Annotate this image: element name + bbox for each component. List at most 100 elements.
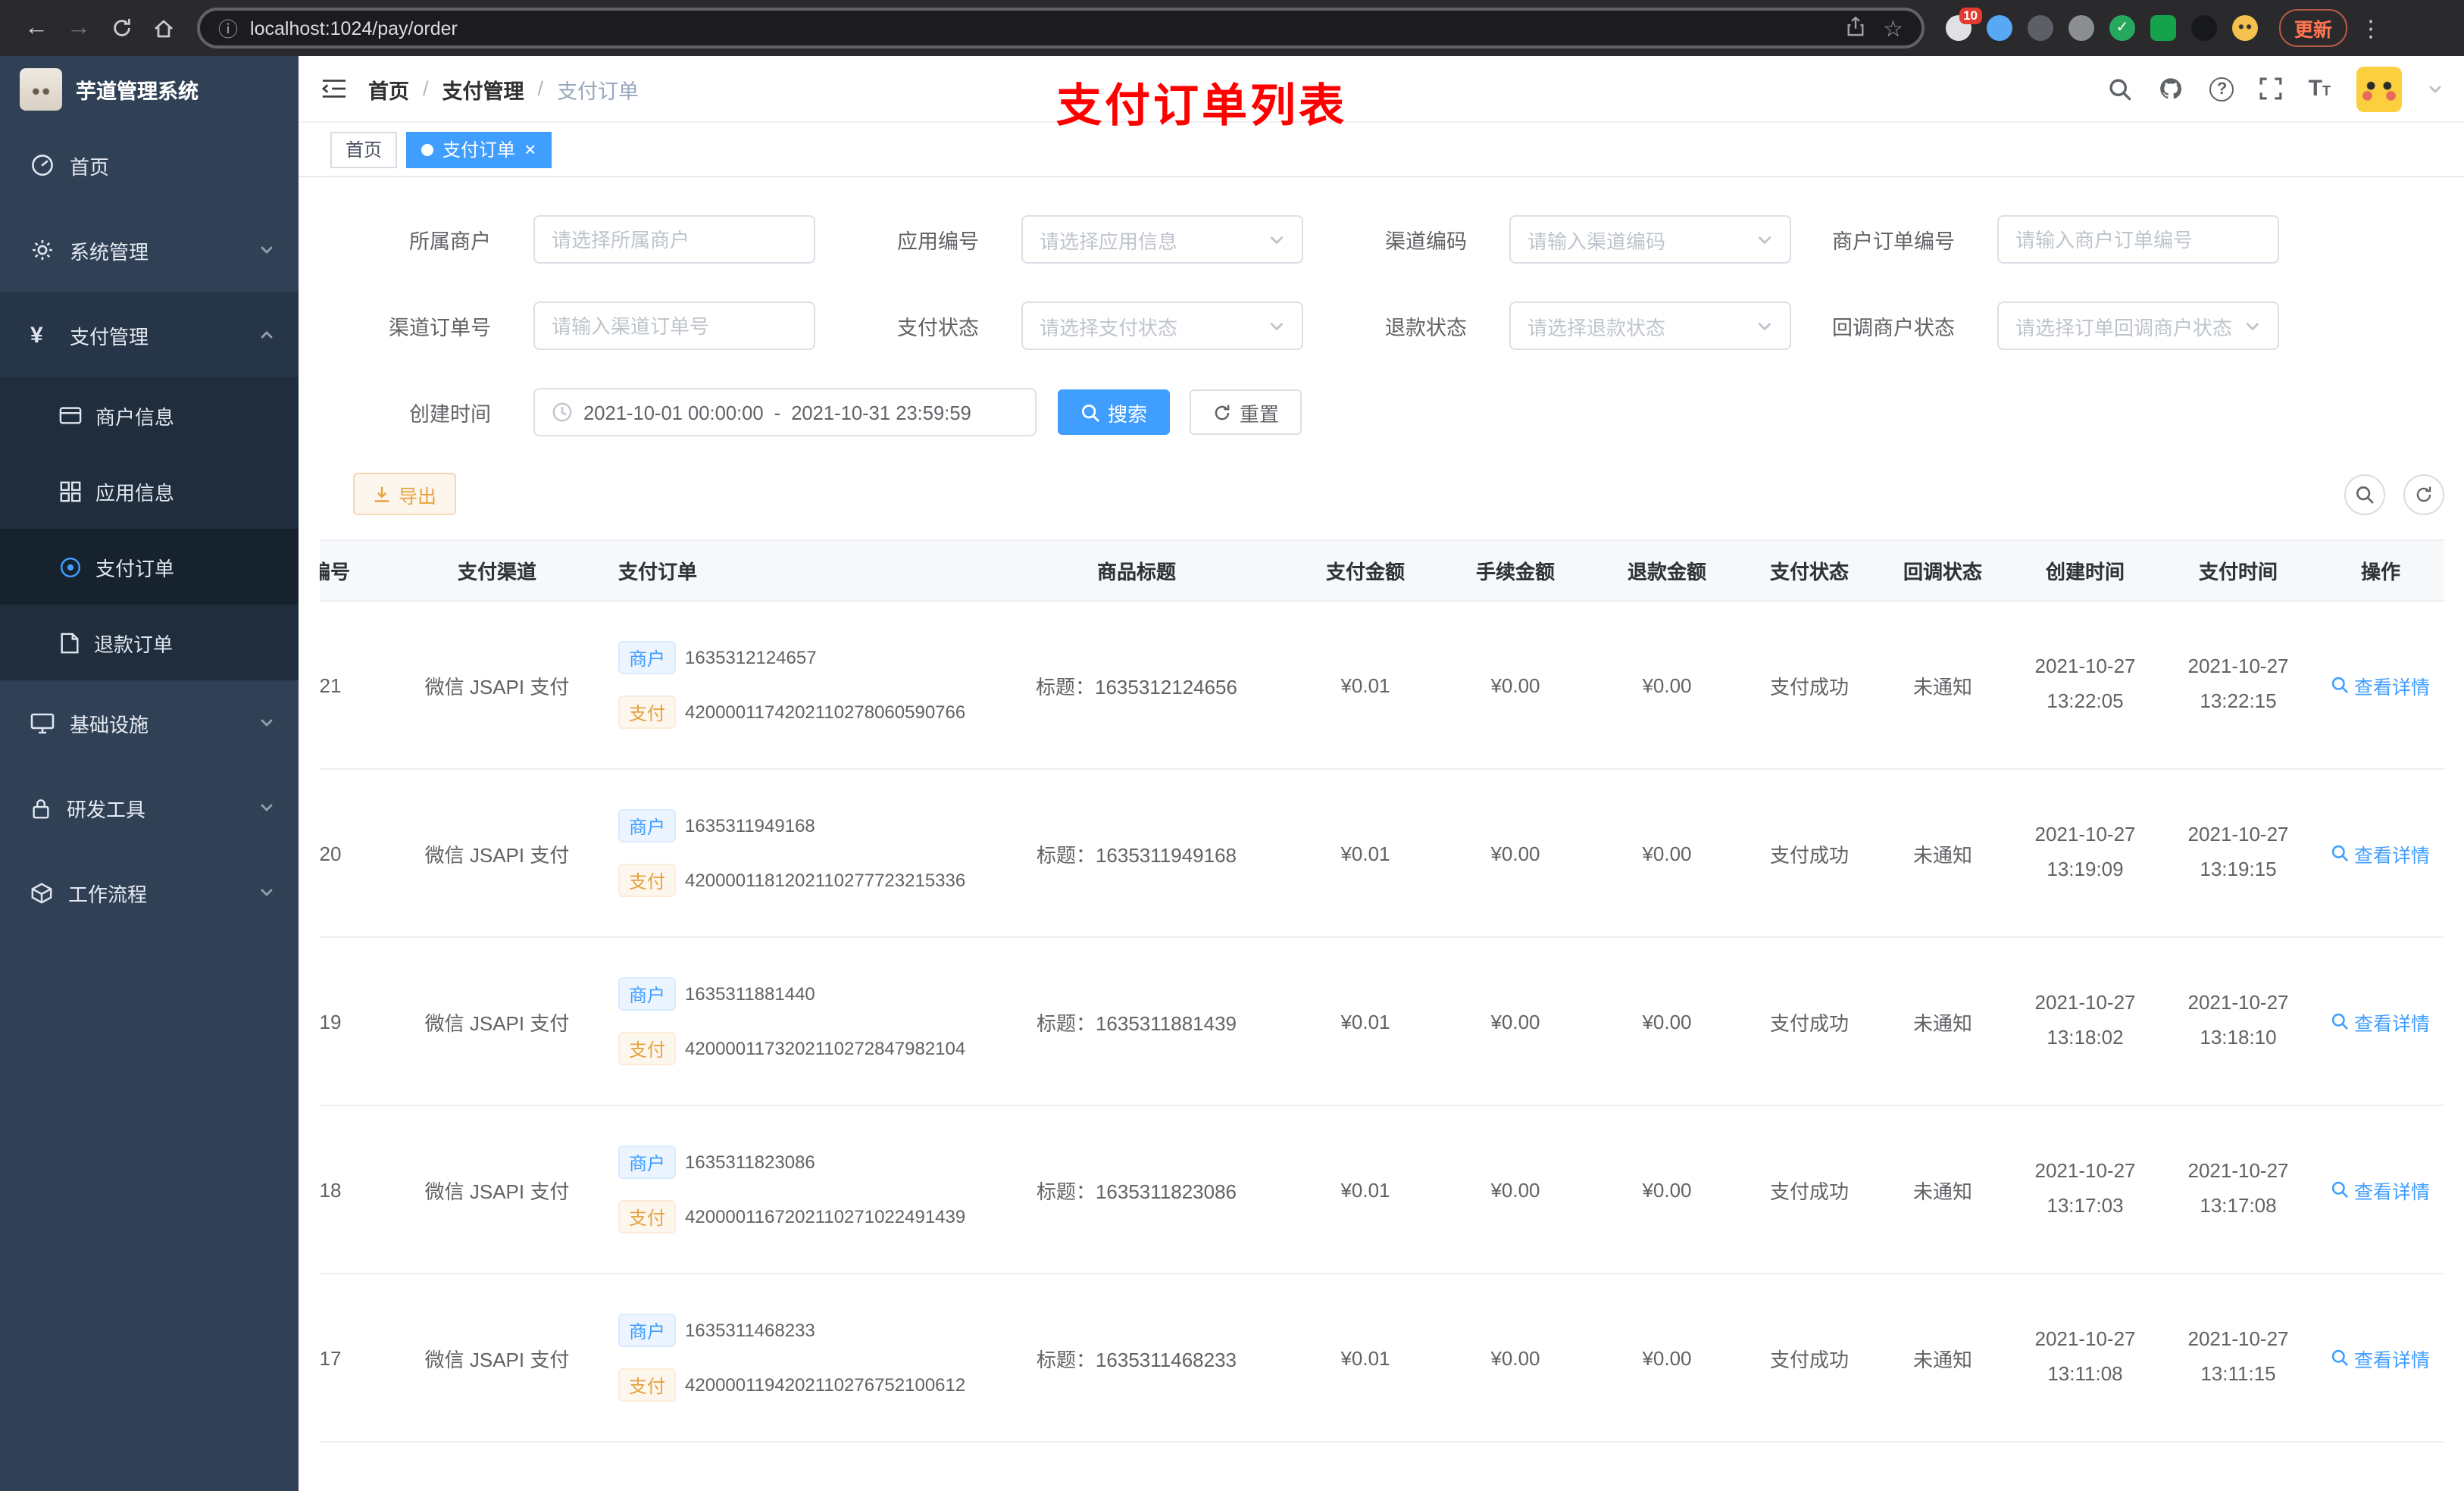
field-label: 渠道订单号 <box>389 317 491 339</box>
browser-menu-icon[interactable] <box>2359 14 2382 42</box>
export-button[interactable]: 导出 <box>353 473 457 515</box>
cell-channel: 微信 JSAPI 支付 <box>391 1274 603 1443</box>
browser-reload-icon[interactable] <box>100 7 142 49</box>
merchant-tag: 商户 <box>618 1146 677 1179</box>
extension-icon[interactable]: 10 <box>1946 8 1982 41</box>
chevron-down-icon <box>259 242 274 258</box>
sidebar-item-infra[interactable]: 基础设施 <box>0 680 299 765</box>
table-row: 商户1635311157906 <box>320 1442 2444 1491</box>
date-range-picker[interactable]: 2021-10-01 00:00:00 - 2021-10-31 23:59:5… <box>533 388 1037 436</box>
merchant-order-no-input[interactable] <box>1997 215 2279 264</box>
view-detail-link[interactable]: 查看详情 <box>2331 1175 2430 1204</box>
sidebar-item-refund-order[interactable]: 退款订单 <box>0 605 299 680</box>
tab-home[interactable]: 首页 <box>330 131 398 167</box>
field-label: 退款状态 <box>1385 317 1467 339</box>
sidebar-item-pay-order[interactable]: 支付订单 <box>0 529 299 605</box>
channel-order-no-input[interactable] <box>533 302 815 350</box>
cell-order: 商户 1635311823086 支付 4200001167202110271022… <box>603 1105 982 1274</box>
refund-status-select[interactable]: 请选择退款状态 <box>1509 302 1791 350</box>
merchant-input[interactable] <box>533 215 815 264</box>
sidebar-item-home[interactable]: 首页 <box>0 123 299 208</box>
reset-button[interactable]: 重置 <box>1190 389 1302 435</box>
fullscreen-icon[interactable] <box>2260 77 2283 100</box>
chevron-down-icon <box>1268 231 1285 248</box>
view-detail-link[interactable]: 查看详情 <box>2331 1007 2430 1036</box>
refresh-button[interactable] <box>2403 474 2444 514</box>
sidebar-item-payment[interactable]: 支付管理 <box>0 292 299 377</box>
sidebar-fold-icon[interactable] <box>299 55 368 122</box>
date-end: 2021-10-31 23:59:59 <box>791 401 971 424</box>
notify-status-select[interactable]: 请选择订单回调商户状态 <box>1997 302 2279 350</box>
breadcrumb-home[interactable]: 首页 <box>368 73 409 104</box>
breadcrumb-section[interactable]: 支付管理 <box>442 73 524 104</box>
col-order: 支付订单 <box>603 539 982 602</box>
cell-title: 标题：1635312124656 <box>982 601 1291 770</box>
active-dot <box>421 143 434 155</box>
cell-amount: ¥0.01 <box>1291 937 1440 1106</box>
avatar-caret-icon[interactable] <box>2428 81 2443 96</box>
col-action: 操作 <box>2315 539 2444 602</box>
sidebar-item-label: 首页 <box>70 155 110 178</box>
dashboard-icon <box>30 153 55 177</box>
clock-icon <box>552 402 573 423</box>
browser-forward-icon[interactable] <box>58 7 100 49</box>
help-icon[interactable] <box>2209 77 2234 101</box>
close-icon[interactable] <box>524 138 536 161</box>
urlbar-actions <box>1845 14 1903 42</box>
pay-status-select[interactable]: 请选择支付状态 <box>1021 302 1303 350</box>
extension-icon[interactable] <box>2191 15 2217 41</box>
page-annotation: 支付订单列表 <box>1056 82 1347 132</box>
breadcrumb-separator <box>538 77 544 100</box>
cell-amount: ¥0.01 <box>1291 1274 1440 1443</box>
cell-pay-time: 2021-10-27 13:11:15 <box>2161 1274 2315 1443</box>
search-button[interactable]: 搜索 <box>1058 389 1171 435</box>
url-bar[interactable]: localhost:1024/pay/order <box>197 8 1925 48</box>
app-select[interactable]: 请选择应用信息 <box>1021 215 1303 264</box>
browser-update-button[interactable]: 更新 <box>2279 9 2348 47</box>
sidebar-item-label: 研发工具 <box>67 798 146 821</box>
extension-icon[interactable] <box>2028 15 2053 41</box>
merchant-order-no: 1635311881440 <box>685 983 815 1005</box>
sidebar-item-workflow[interactable]: 工作流程 <box>0 850 299 935</box>
merchant-order-no: 1635312124657 <box>685 647 817 668</box>
bookmark-star-icon[interactable] <box>1883 14 1903 42</box>
table-row: 21 微信 JSAPI 支付 商户 1635312124657 支付 4200001… <box>320 601 2444 770</box>
sidebar-item-devtools[interactable]: 研发工具 <box>0 765 299 850</box>
cell-title: 标题：1635311823086 <box>982 1105 1291 1274</box>
channel-code-select[interactable]: 请输入渠道编码 <box>1509 215 1791 264</box>
sidebar-item-system[interactable]: 系统管理 <box>0 208 299 292</box>
page-content: 所属商户 应用编号 请选择应用信息 渠道编码 请输入渠道编码 <box>299 177 2464 1491</box>
chevron-down-icon <box>1268 317 1285 334</box>
view-detail-link[interactable]: 查看详情 <box>2331 839 2430 867</box>
user-avatar[interactable] <box>2356 66 2402 111</box>
view-detail-link[interactable]: 查看详情 <box>2331 1343 2430 1372</box>
extension-icon[interactable] <box>2068 15 2094 41</box>
logo-avatar <box>20 68 62 111</box>
github-icon[interactable] <box>2159 76 2184 102</box>
share-icon[interactable] <box>1845 14 1865 42</box>
search-button-label: 搜索 <box>1108 402 1148 425</box>
cell-amount: ¥0.01 <box>1291 1105 1440 1274</box>
select-placeholder: 请选择退款状态 <box>1527 316 1666 339</box>
cell-order: 商户 1635311949168 支付 4200001181202110277723… <box>603 769 982 938</box>
hide-search-button[interactable] <box>2344 474 2385 514</box>
tab-pay-order[interactable]: 支付订单 <box>406 131 552 167</box>
merchant-tag: 商户 <box>618 977 677 1011</box>
extension-icon[interactable] <box>2232 15 2258 41</box>
field-label: 所属商户 <box>409 230 491 253</box>
sidebar-item-app-info[interactable]: 应用信息 <box>0 453 299 529</box>
extension-icon[interactable] <box>2150 15 2176 41</box>
sidebar-item-label: 支付订单 <box>95 557 175 580</box>
search-icon[interactable] <box>2109 77 2133 101</box>
extension-icon[interactable] <box>1987 15 2012 41</box>
browser-home-icon[interactable] <box>142 7 185 49</box>
font-size-icon[interactable] <box>2309 75 2331 102</box>
browser-back-icon[interactable] <box>15 7 58 49</box>
cell-id: 17 <box>320 1274 391 1443</box>
view-detail-link[interactable]: 查看详情 <box>2331 670 2430 699</box>
sidebar-item-merchant-info[interactable]: 商户信息 <box>0 377 299 453</box>
extension-icon[interactable] <box>2109 15 2135 41</box>
site-info-icon[interactable] <box>218 14 238 42</box>
table-tools <box>2344 474 2444 514</box>
col-fee: 手续金额 <box>1440 539 1591 602</box>
